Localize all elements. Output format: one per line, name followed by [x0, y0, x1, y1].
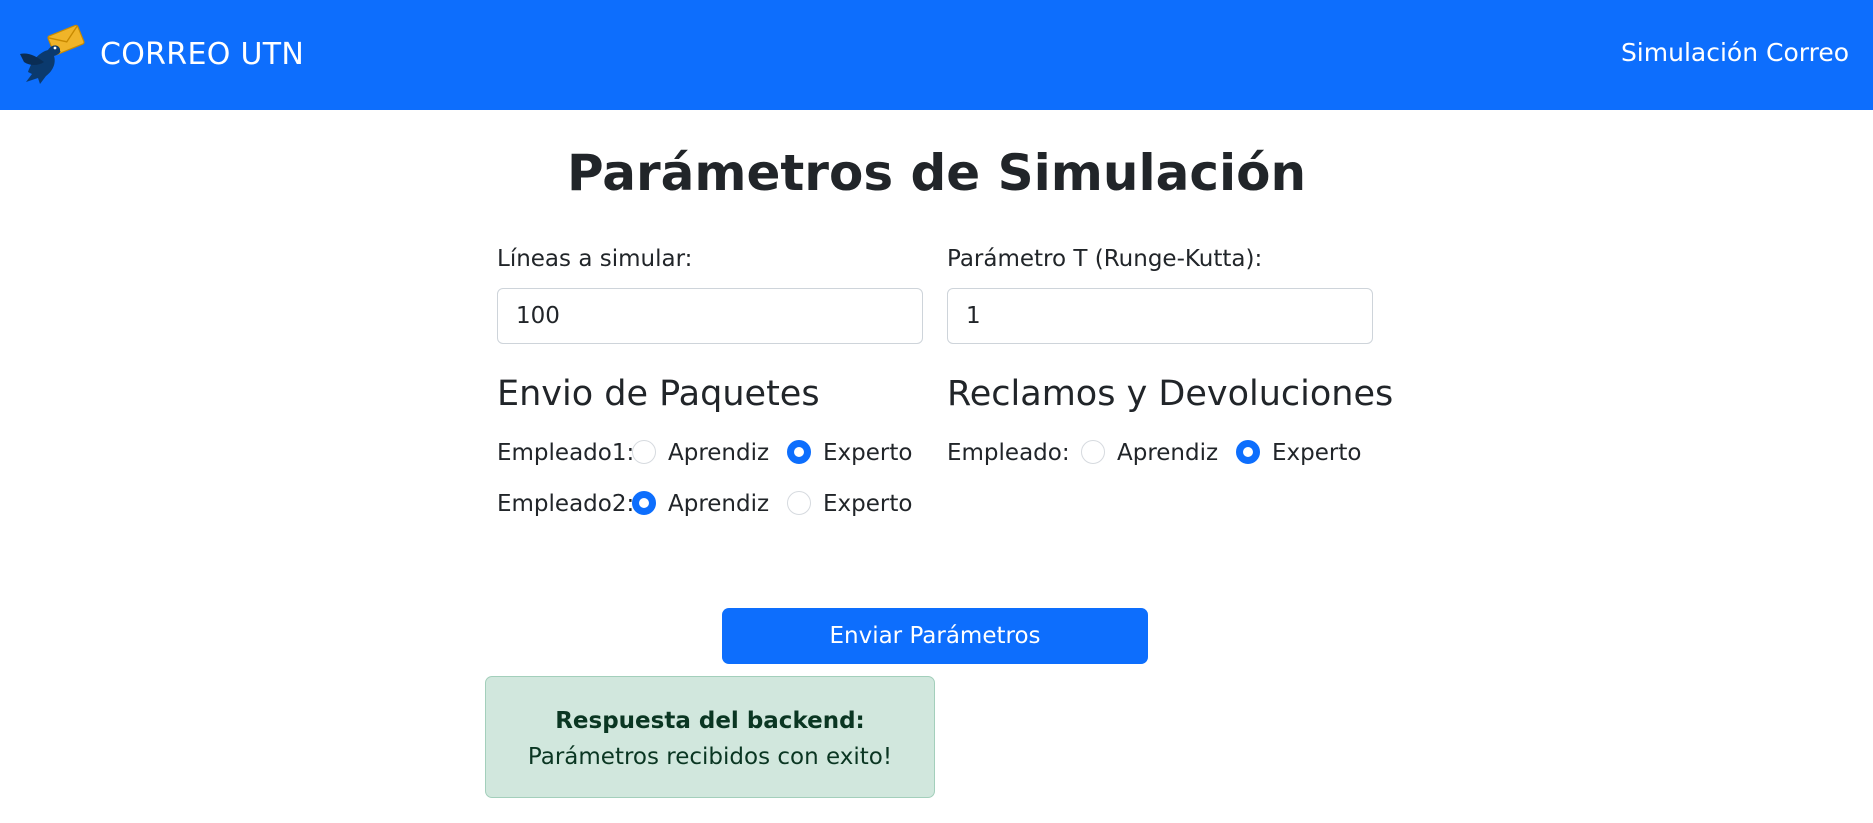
alert-strong: Respuesta del backend:	[555, 708, 865, 734]
empleado2-label: Empleado2:	[497, 491, 635, 517]
empleado-experto-radio[interactable]	[1236, 440, 1260, 464]
alert-message: Parámetros recibidos con exito!	[527, 744, 893, 770]
empleado2-experto-radio[interactable]	[787, 491, 811, 515]
brand-title: CORREO UTN	[100, 36, 305, 72]
t-parameter-input[interactable]	[947, 288, 1373, 344]
empleado-experto-label[interactable]: Experto	[1272, 440, 1361, 466]
empleado-aprendiz-label[interactable]: Aprendiz	[1117, 440, 1218, 466]
reclamos-section-title: Reclamos y Devoluciones	[947, 374, 1394, 414]
t-parameter-label: Parámetro T (Runge-Kutta):	[947, 246, 1263, 272]
empleado1-experto-label[interactable]: Experto	[823, 440, 912, 466]
empleado2-aprendiz-radio[interactable]	[632, 491, 656, 515]
empleado1-experto-radio[interactable]	[787, 440, 811, 464]
empleado2-aprendiz-label[interactable]: Aprendiz	[668, 491, 769, 517]
pigeon-envelope-icon	[20, 24, 85, 84]
nav-link-simulacion[interactable]: Simulación Correo	[1621, 38, 1849, 67]
envio-section-title: Envio de Paquetes	[497, 374, 820, 414]
empleado-aprendiz-radio[interactable]	[1081, 440, 1105, 464]
lines-input[interactable]	[497, 288, 923, 344]
empleado-label: Empleado:	[947, 440, 1070, 466]
empleado1-aprendiz-radio[interactable]	[632, 440, 656, 464]
submit-button[interactable]: Enviar Parámetros	[722, 608, 1148, 664]
navbar: CORREO UTN Simulación Correo	[0, 0, 1873, 110]
page-title: Parámetros de Simulación	[566, 144, 1307, 202]
brand[interactable]: CORREO UTN	[18, 22, 304, 86]
empleado1-aprendiz-label[interactable]: Aprendiz	[668, 440, 769, 466]
lines-label: Líneas a simular:	[497, 246, 693, 272]
backend-response-alert: Respuesta del backend: Parámetros recibi…	[485, 676, 935, 798]
empleado2-experto-label[interactable]: Experto	[823, 491, 912, 517]
empleado1-label: Empleado1:	[497, 440, 635, 466]
